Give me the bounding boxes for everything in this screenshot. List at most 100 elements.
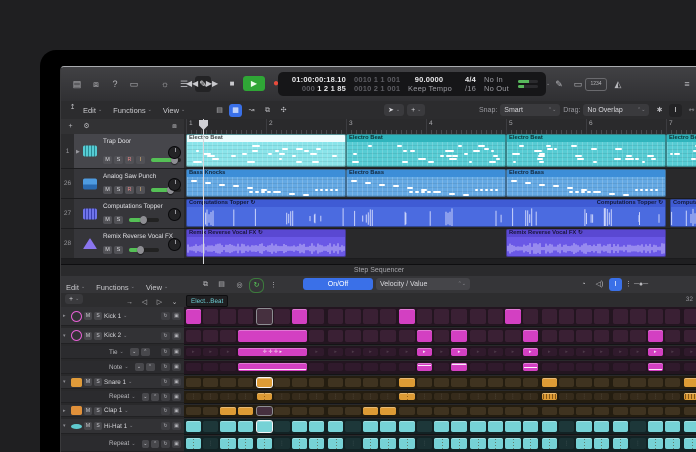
step-cell[interactable]: ▸ bbox=[665, 348, 681, 356]
track-settings-icon[interactable]: ⚙ bbox=[80, 120, 93, 133]
region[interactable]: Electro Bass bbox=[506, 169, 666, 197]
step-cell[interactable] bbox=[186, 309, 202, 324]
seq-row-label[interactable]: Tie ⌄⌄⌃↻▣ bbox=[61, 346, 184, 359]
step-cell[interactable]: ▸ bbox=[380, 348, 396, 356]
display-icon[interactable]: ▭ bbox=[570, 76, 586, 92]
row-rotate-icon[interactable]: ↻ bbox=[161, 422, 170, 430]
step-cell[interactable] bbox=[380, 363, 396, 371]
step-cell[interactable] bbox=[399, 309, 415, 324]
step-cell[interactable] bbox=[220, 421, 236, 432]
lcd-chevron-icon[interactable]: ⌄ bbox=[546, 81, 550, 87]
step-cell[interactable] bbox=[328, 363, 344, 371]
step-cell[interactable]: ▸ bbox=[345, 348, 361, 356]
header-display-icon[interactable]: ⧈ bbox=[168, 120, 181, 133]
step-cell[interactable] bbox=[434, 363, 450, 371]
step-cell[interactable] bbox=[309, 438, 325, 449]
step-cell[interactable]: ┆ bbox=[203, 438, 219, 449]
step-cell[interactable] bbox=[203, 378, 219, 387]
region[interactable]: Electro Beat bbox=[506, 134, 666, 167]
step-cell[interactable] bbox=[274, 378, 290, 387]
step-cell[interactable]: ▸ bbox=[523, 348, 539, 356]
step-cell[interactable]: ┆ bbox=[292, 393, 308, 400]
step-cell[interactable] bbox=[559, 378, 575, 387]
step-cell[interactable] bbox=[399, 330, 415, 342]
row-output-icon[interactable]: ▣ bbox=[172, 378, 181, 386]
step-cell[interactable] bbox=[665, 309, 681, 324]
seq-row-label[interactable]: Note ⌄⌄⌃↻▣ bbox=[61, 361, 184, 374]
region[interactable]: Remix Reverse Vocal FX ↻ bbox=[186, 229, 346, 257]
row-s-button[interactable]: S bbox=[94, 422, 102, 430]
step-cell[interactable] bbox=[380, 421, 396, 432]
step-cell[interactable] bbox=[630, 378, 646, 387]
step-cell[interactable] bbox=[505, 309, 521, 324]
step-cell[interactable]: ┆ bbox=[417, 393, 433, 400]
step-cell[interactable]: ┆ bbox=[417, 438, 433, 449]
step-cell[interactable] bbox=[488, 407, 504, 415]
step-cell[interactable] bbox=[328, 378, 344, 387]
step-cell[interactable] bbox=[292, 309, 308, 324]
subrow-decrement[interactable]: ⌄ bbox=[142, 393, 150, 401]
step-cell[interactable]: ┆ bbox=[613, 393, 629, 400]
subrow-increment[interactable]: ⌃ bbox=[151, 393, 159, 401]
step-cell[interactable]: ┆ bbox=[470, 393, 486, 400]
step-cell[interactable] bbox=[399, 378, 415, 387]
track-header[interactable]: 28Remix Reverse Vocal FXMS bbox=[61, 229, 184, 259]
step-cell[interactable] bbox=[399, 421, 415, 432]
track-i-button[interactable]: I bbox=[136, 186, 145, 194]
step-cell[interactable] bbox=[186, 330, 202, 342]
step-cell[interactable]: ▸ bbox=[613, 348, 629, 356]
step-cell[interactable] bbox=[451, 330, 467, 342]
step-cell[interactable]: ▸ bbox=[505, 348, 521, 356]
track-name[interactable]: Trap Door bbox=[103, 138, 131, 145]
step-cell[interactable] bbox=[220, 378, 236, 387]
step-cell[interactable] bbox=[451, 363, 467, 371]
pattern-name-tab[interactable]: Elect...Beat bbox=[186, 295, 228, 307]
step-cell[interactable] bbox=[203, 330, 219, 342]
row-output-icon[interactable]: ▣ bbox=[172, 363, 181, 371]
step-cell[interactable] bbox=[380, 330, 396, 342]
step-cell[interactable] bbox=[399, 393, 415, 400]
step-cell[interactable]: ┆ bbox=[203, 393, 219, 400]
step-cell[interactable] bbox=[345, 309, 361, 324]
auto-track-zoom-icon[interactable]: I bbox=[669, 104, 682, 117]
step-cell[interactable] bbox=[257, 378, 273, 387]
step-cell[interactable] bbox=[559, 330, 575, 342]
row-m-button[interactable]: M bbox=[84, 407, 92, 415]
step-cell[interactable] bbox=[488, 438, 504, 449]
step-cell[interactable]: ▸ bbox=[399, 348, 415, 356]
inspector-toggle-icon[interactable]: I bbox=[609, 278, 622, 291]
step-cell[interactable] bbox=[542, 421, 558, 432]
step-cell[interactable] bbox=[594, 378, 610, 387]
track-disclosure-icon[interactable]: ▶ bbox=[76, 149, 82, 155]
piano-roll-icon[interactable]: ▦ bbox=[229, 104, 242, 117]
seq-row-label[interactable]: Repeat ⌄⌄⌃↻▣ bbox=[61, 391, 184, 403]
step-cell[interactable] bbox=[684, 378, 696, 387]
command-tool-menu[interactable]: + ⌄ bbox=[407, 104, 425, 116]
step-cell[interactable] bbox=[363, 438, 379, 449]
region[interactable]: Electro Bass bbox=[346, 169, 506, 197]
step-cell[interactable] bbox=[328, 438, 344, 449]
row-disclosure-icon[interactable]: ▸ bbox=[63, 313, 69, 319]
step-cell[interactable] bbox=[238, 407, 254, 415]
region[interactable]: Electro Beat bbox=[186, 134, 346, 167]
step-cell[interactable]: ▸ bbox=[576, 348, 592, 356]
step-cell[interactable] bbox=[417, 330, 433, 342]
step-cell[interactable] bbox=[613, 407, 629, 415]
step-cell[interactable]: ▸ bbox=[684, 348, 696, 356]
row-output-icon[interactable]: ▣ bbox=[172, 440, 181, 448]
region[interactable]: Computations Topper ↻ bbox=[670, 199, 696, 227]
track-s-button[interactable]: S bbox=[114, 216, 123, 224]
step-cell[interactable]: ┆ bbox=[345, 438, 361, 449]
rewind-button[interactable]: ◀◀ bbox=[183, 76, 201, 91]
step-cell[interactable] bbox=[203, 421, 219, 432]
row-disclosure-icon[interactable]: ▾ bbox=[63, 379, 69, 385]
step-cell[interactable] bbox=[648, 438, 664, 449]
step-cell[interactable] bbox=[505, 330, 521, 342]
step-cell[interactable] bbox=[345, 330, 361, 342]
step-cell[interactable]: ┆ bbox=[665, 393, 681, 400]
step-cell[interactable] bbox=[665, 421, 681, 432]
tuner-icon[interactable]: ✎ bbox=[551, 76, 567, 92]
step-cell[interactable] bbox=[542, 438, 558, 449]
track-m-button[interactable]: M bbox=[103, 156, 112, 164]
step-cell[interactable] bbox=[274, 421, 290, 432]
